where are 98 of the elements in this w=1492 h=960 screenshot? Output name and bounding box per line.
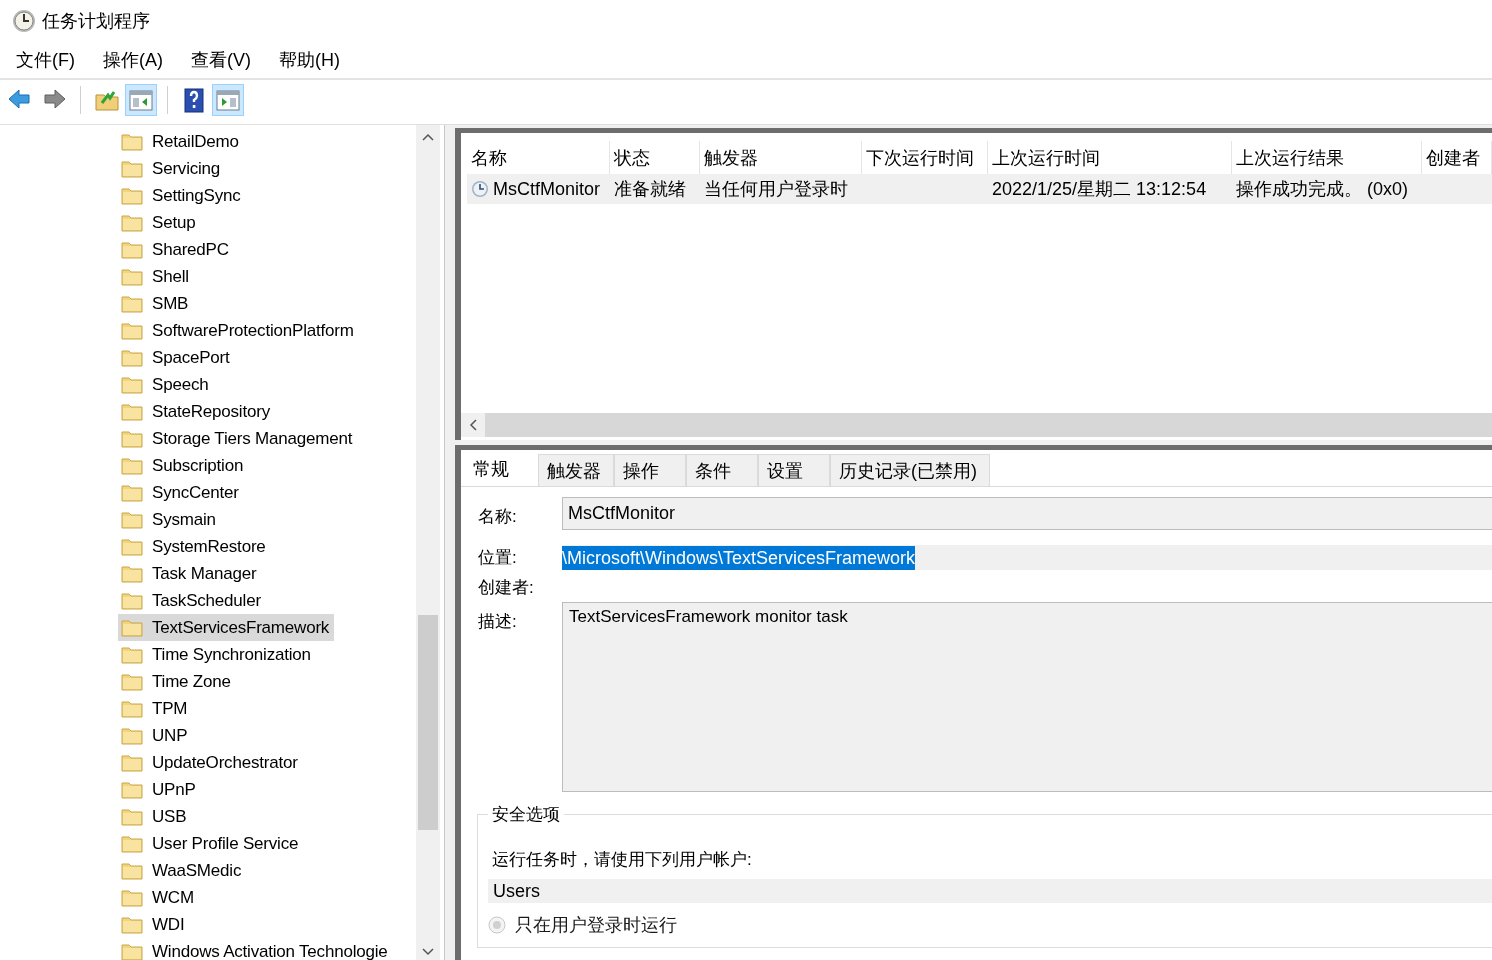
tree-item[interactable]: Time Zone: [118, 668, 236, 695]
folder-icon: [121, 375, 143, 394]
table-cell-text: 当任何用户登录时: [704, 178, 848, 201]
clock-icon: [471, 180, 489, 198]
tree-item[interactable]: SystemRestore: [118, 533, 271, 560]
tree-item[interactable]: Task Manager: [118, 560, 262, 587]
tree-item[interactable]: WCM: [118, 884, 199, 911]
menu-item[interactable]: 文件(F): [14, 48, 77, 72]
clock-icon: [12, 9, 36, 33]
scrollbar-thumb[interactable]: [418, 615, 438, 830]
scrollbar[interactable]: [461, 413, 1492, 437]
group-title: 安全选项: [488, 803, 564, 826]
folder-icon: [121, 564, 143, 583]
scroll-up-icon[interactable]: [422, 133, 434, 142]
folder-icon: [121, 699, 143, 718]
tree-item[interactable]: WDI: [118, 911, 190, 938]
folder-icon: [121, 213, 143, 232]
tree-item[interactable]: TaskScheduler: [118, 587, 266, 614]
tree-item[interactable]: UpdateOrchestrator: [118, 749, 303, 776]
tree-item[interactable]: SoftwareProtectionPlatform: [118, 317, 359, 344]
scroll-down-icon[interactable]: [422, 947, 434, 956]
folder-icon: [121, 591, 143, 610]
folder-icon: [121, 132, 143, 151]
menu-item[interactable]: 查看(V): [189, 48, 253, 72]
tree-item[interactable]: SyncCenter: [118, 479, 244, 506]
folder-icon: [121, 186, 143, 205]
folder-icon: [121, 429, 143, 448]
folder-icon: [121, 618, 143, 637]
scroll-left-icon[interactable]: [468, 419, 478, 431]
field-label: 位置:: [478, 547, 518, 569]
table-cell-text: 准备就绪: [614, 178, 686, 201]
folder-icon: [121, 483, 143, 502]
tab[interactable]: 触发器: [538, 454, 614, 486]
folder-icon: [121, 834, 143, 853]
folder-icon: [121, 537, 143, 556]
tab[interactable]: 条件: [686, 454, 758, 486]
tree-item[interactable]: UPnP: [118, 776, 201, 803]
tree-item[interactable]: Storage Tiers Management: [118, 425, 358, 452]
tree-item[interactable]: SpacePort: [118, 344, 235, 371]
menu-item[interactable]: 操作(A): [101, 48, 165, 72]
folder-icon: [121, 456, 143, 475]
tree-item[interactable]: USB: [118, 803, 192, 830]
tree-item[interactable]: Speech: [118, 371, 214, 398]
menu-item[interactable]: 帮助(H): [277, 48, 342, 72]
window-title: 任务计划程序: [42, 10, 150, 33]
folder-icon: [121, 807, 143, 826]
folder-icon: [121, 861, 143, 880]
name-field[interactable]: MsCtfMonitor: [562, 497, 1492, 530]
tree-item[interactable]: User Profile Service: [118, 830, 304, 857]
tab[interactable]: 设置: [758, 454, 830, 486]
tree-item[interactable]: Sysmain: [118, 506, 221, 533]
folder-icon: [121, 672, 143, 691]
folder-icon: [121, 645, 143, 664]
table-cell-text: 操作成功完成。 (0x0): [1236, 178, 1408, 201]
tree-item[interactable]: Shell: [118, 263, 194, 290]
tree-item[interactable]: Time Synchronization: [118, 641, 316, 668]
folder-icon: [121, 267, 143, 286]
field-label: 创建者:: [478, 577, 535, 599]
folder-icon: [121, 240, 143, 259]
folder-icon: [121, 348, 143, 367]
table-cell: MsCtfMonitor: [493, 178, 600, 200]
folder-icon: [121, 888, 143, 907]
tab[interactable]: 操作: [614, 454, 686, 486]
tree-item[interactable]: SMB: [118, 290, 194, 317]
tree-item[interactable]: SettingSync: [118, 182, 246, 209]
folder-icon: [121, 321, 143, 340]
folder-icon: [121, 294, 143, 313]
folder-icon: [121, 942, 143, 960]
table-row[interactable]: MsCtfMonitor 准备就绪 当任何用户登录时 2022/1/25/星期二 13:12:54 操作成功完成。 (0x0): [467, 174, 1492, 204]
folder-icon: [121, 402, 143, 421]
tree-item[interactable]: StateRepository: [118, 398, 275, 425]
radio-label: 只在用户登录时运行: [515, 914, 677, 937]
account-field: Users: [488, 879, 1492, 903]
help-icon: [181, 86, 207, 114]
tree-item[interactable]: Subscription: [118, 452, 249, 479]
tree-item[interactable]: TextServicesFramework: [118, 614, 335, 641]
tree-item[interactable]: Servicing: [118, 155, 226, 182]
folder-icon: [121, 915, 143, 934]
field-label: 名称:: [478, 506, 518, 528]
folder-icon: [121, 726, 143, 745]
tree-item[interactable]: SharedPC: [118, 236, 234, 263]
location-field[interactable]: \Microsoft\Windows\TextServicesFramework: [562, 545, 1492, 570]
tree-item[interactable]: WaaSMedic: [118, 857, 247, 884]
tab[interactable]: 历史记录(已禁用): [830, 454, 990, 486]
tree-item[interactable]: Windows Activation Technologie: [118, 938, 393, 960]
tree-item[interactable]: Setup: [118, 209, 201, 236]
tree-item[interactable]: TPM: [118, 695, 193, 722]
table-cell-text: 2022/1/25/星期二 13:12:54: [992, 178, 1207, 201]
scrollbar[interactable]: [416, 125, 440, 960]
folder-icon: [121, 753, 143, 772]
prompt-text: 运行任务时，请使用下列用户帐户:: [492, 849, 753, 871]
description-field[interactable]: TextServicesFramework monitor task: [562, 602, 1492, 792]
folder-icon: [121, 510, 143, 529]
folder-icon: [121, 780, 143, 799]
folder-icon: [121, 159, 143, 178]
field-label: 描述:: [478, 611, 518, 633]
tree-item[interactable]: UNP: [118, 722, 193, 749]
tree-item[interactable]: RetailDemo: [118, 128, 244, 155]
